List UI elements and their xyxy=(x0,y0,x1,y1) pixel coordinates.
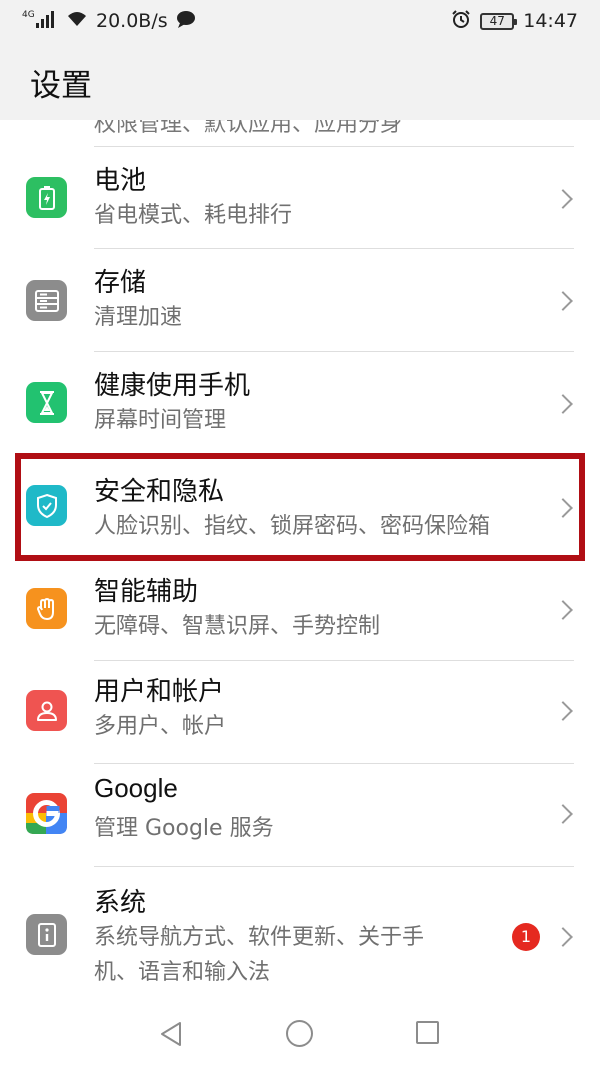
user-icon xyxy=(26,690,67,731)
chevron-right-icon xyxy=(553,394,573,414)
settings-item-users-accounts[interactable]: 用户和帐户 多用户、帐户 xyxy=(0,662,600,765)
divider xyxy=(94,146,574,147)
battery-indicator: 47 xyxy=(480,12,518,30)
storage-icon xyxy=(26,280,67,321)
recent-apps-icon[interactable] xyxy=(416,1021,439,1044)
chevron-right-icon xyxy=(553,600,573,620)
wifi-icon xyxy=(66,10,88,33)
notification-badge: 1 xyxy=(512,923,540,951)
divider xyxy=(94,866,574,867)
chevron-right-icon xyxy=(553,701,573,721)
alarm-icon xyxy=(451,9,471,34)
hand-icon xyxy=(26,588,67,629)
item-title: 健康使用手机 xyxy=(94,371,251,401)
settings-list[interactable]: 权限管理、默认应用、应用分身 电池 省电模式、耗电排行 存储 清理加速 健康使用… xyxy=(0,120,600,1000)
system-icon xyxy=(26,914,67,955)
item-title: 系统 xyxy=(94,888,147,918)
item-subtitle: 人脸识别、指纹、锁屏密码、密码保险箱 xyxy=(94,514,491,539)
item-title: 用户和帐户 xyxy=(94,677,225,707)
settings-item-digital-balance[interactable]: 健康使用手机 屏幕时间管理 xyxy=(0,353,600,456)
settings-item-battery[interactable]: 电池 省电模式、耗电排行 xyxy=(0,148,600,251)
settings-item-system[interactable]: 系统 系统导航方式、软件更新、关于手 机、语言和输入法 1 xyxy=(0,868,600,1000)
battery-icon xyxy=(26,177,67,218)
back-icon[interactable] xyxy=(158,1020,184,1052)
item-title: 存储 xyxy=(94,268,147,298)
divider xyxy=(94,660,574,661)
divider xyxy=(94,763,574,764)
page-title: 设置 xyxy=(30,68,92,104)
chevron-right-icon xyxy=(553,804,573,824)
divider xyxy=(94,248,574,249)
status-bar: 4G 20.0B/s 47 14:47 xyxy=(0,0,600,42)
divider xyxy=(94,454,574,455)
settings-item-smart-assistance[interactable]: 智能辅助 无障碍、智慧识屏、手势控制 xyxy=(0,559,600,662)
hourglass-icon xyxy=(26,382,67,423)
google-icon xyxy=(26,793,67,834)
shield-icon xyxy=(26,485,67,526)
item-subtitle: 管理 Google 服务 xyxy=(94,816,274,841)
item-title: 智能辅助 xyxy=(94,577,199,607)
item-subtitle: 多用户、帐户 xyxy=(94,714,227,739)
item-subtitle-line1: 系统导航方式、软件更新、关于手 xyxy=(94,925,425,950)
item-subtitle-line2: 机、语言和输入法 xyxy=(94,960,271,985)
svg-text:4G: 4G xyxy=(22,10,35,20)
status-left: 4G 20.0B/s xyxy=(22,8,196,34)
clock: 14:47 xyxy=(523,10,578,32)
signal-icon: 4G xyxy=(22,8,58,35)
settings-item-security-privacy[interactable]: 安全和隐私 人脸识别、指纹、锁屏密码、密码保险箱 xyxy=(0,456,600,559)
message-icon xyxy=(176,10,196,33)
chevron-right-icon xyxy=(553,498,573,518)
divider xyxy=(94,351,574,352)
home-icon[interactable] xyxy=(286,1020,313,1047)
chevron-right-icon xyxy=(553,291,573,311)
chevron-right-icon xyxy=(553,189,573,209)
cut-off-subtitle: 权限管理、默认应用、应用分身 xyxy=(94,120,403,137)
network-speed: 20.0B/s xyxy=(96,10,168,32)
status-right: 47 14:47 xyxy=(451,8,578,34)
item-title: 电池 xyxy=(94,166,147,196)
item-title: Google xyxy=(94,773,178,803)
navigation-bar xyxy=(0,1000,600,1066)
divider xyxy=(94,557,574,558)
app-bar: 设置 xyxy=(0,42,600,120)
settings-item-google[interactable]: Google 管理 Google 服务 xyxy=(0,765,600,868)
item-subtitle: 无障碍、智慧识屏、手势控制 xyxy=(94,614,381,639)
item-title: 安全和隐私 xyxy=(94,477,225,507)
settings-item-storage[interactable]: 存储 清理加速 xyxy=(0,250,600,353)
item-subtitle: 省电模式、耗电排行 xyxy=(94,203,293,228)
chevron-right-icon xyxy=(553,927,573,947)
item-subtitle: 屏幕时间管理 xyxy=(94,408,227,433)
item-subtitle: 清理加速 xyxy=(94,305,183,330)
